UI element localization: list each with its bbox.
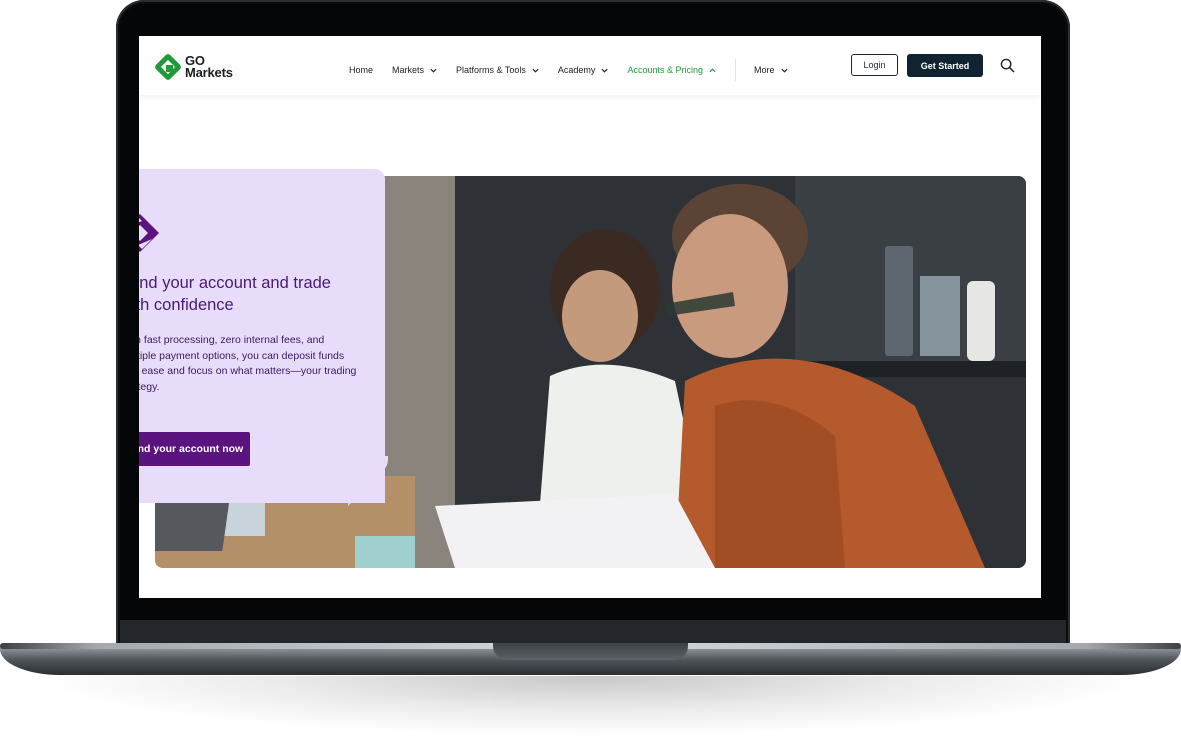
chevron-down-icon [780,68,788,73]
login-button[interactable]: Login [851,54,898,76]
laptop-hinge-notch [493,643,688,660]
nav-label: Home [349,65,374,75]
chevron-down-icon [601,68,608,73]
nav-item-accounts-pricing[interactable]: Accounts & Pricing [627,65,716,75]
nav-label: Academy [557,65,596,75]
nav-item-platforms-tools[interactable]: Platforms & Tools [456,65,539,75]
laptop-shadow [30,676,1150,736]
logo-wordmark: GO Markets [185,54,233,80]
chevron-down-icon [430,68,437,73]
nav-label: Accounts & Pricing [627,65,703,75]
nav-item-more[interactable]: More [754,65,788,75]
get-started-button[interactable]: Get Started [907,54,983,77]
logo-text-markets: Markets [185,65,233,80]
nav-label: Markets [392,65,425,75]
nav-item-home[interactable]: Home [349,65,373,75]
nav-item-academy[interactable]: Academy [558,65,609,75]
fund-account-button[interactable]: Fund your account now [139,432,250,466]
go-markets-logo-icon [155,54,181,80]
chevron-up-icon [709,67,716,72]
search-icon[interactable] [1000,58,1015,73]
nav-label: Platforms & Tools [456,65,526,75]
nav-label: More [753,65,775,75]
chevron-down-icon [532,68,539,73]
site-logo[interactable]: GO Markets [155,53,233,81]
nav-item-markets[interactable]: Markets [392,65,437,75]
main-nav: Home Markets Platforms & Tools Academy A… [349,59,807,81]
nav-divider [734,59,736,81]
browser-screen: GO Markets Home Markets Platforms & Tool… [139,36,1041,598]
site-header: GO Markets Home Markets Platforms & Tool… [139,36,1041,95]
